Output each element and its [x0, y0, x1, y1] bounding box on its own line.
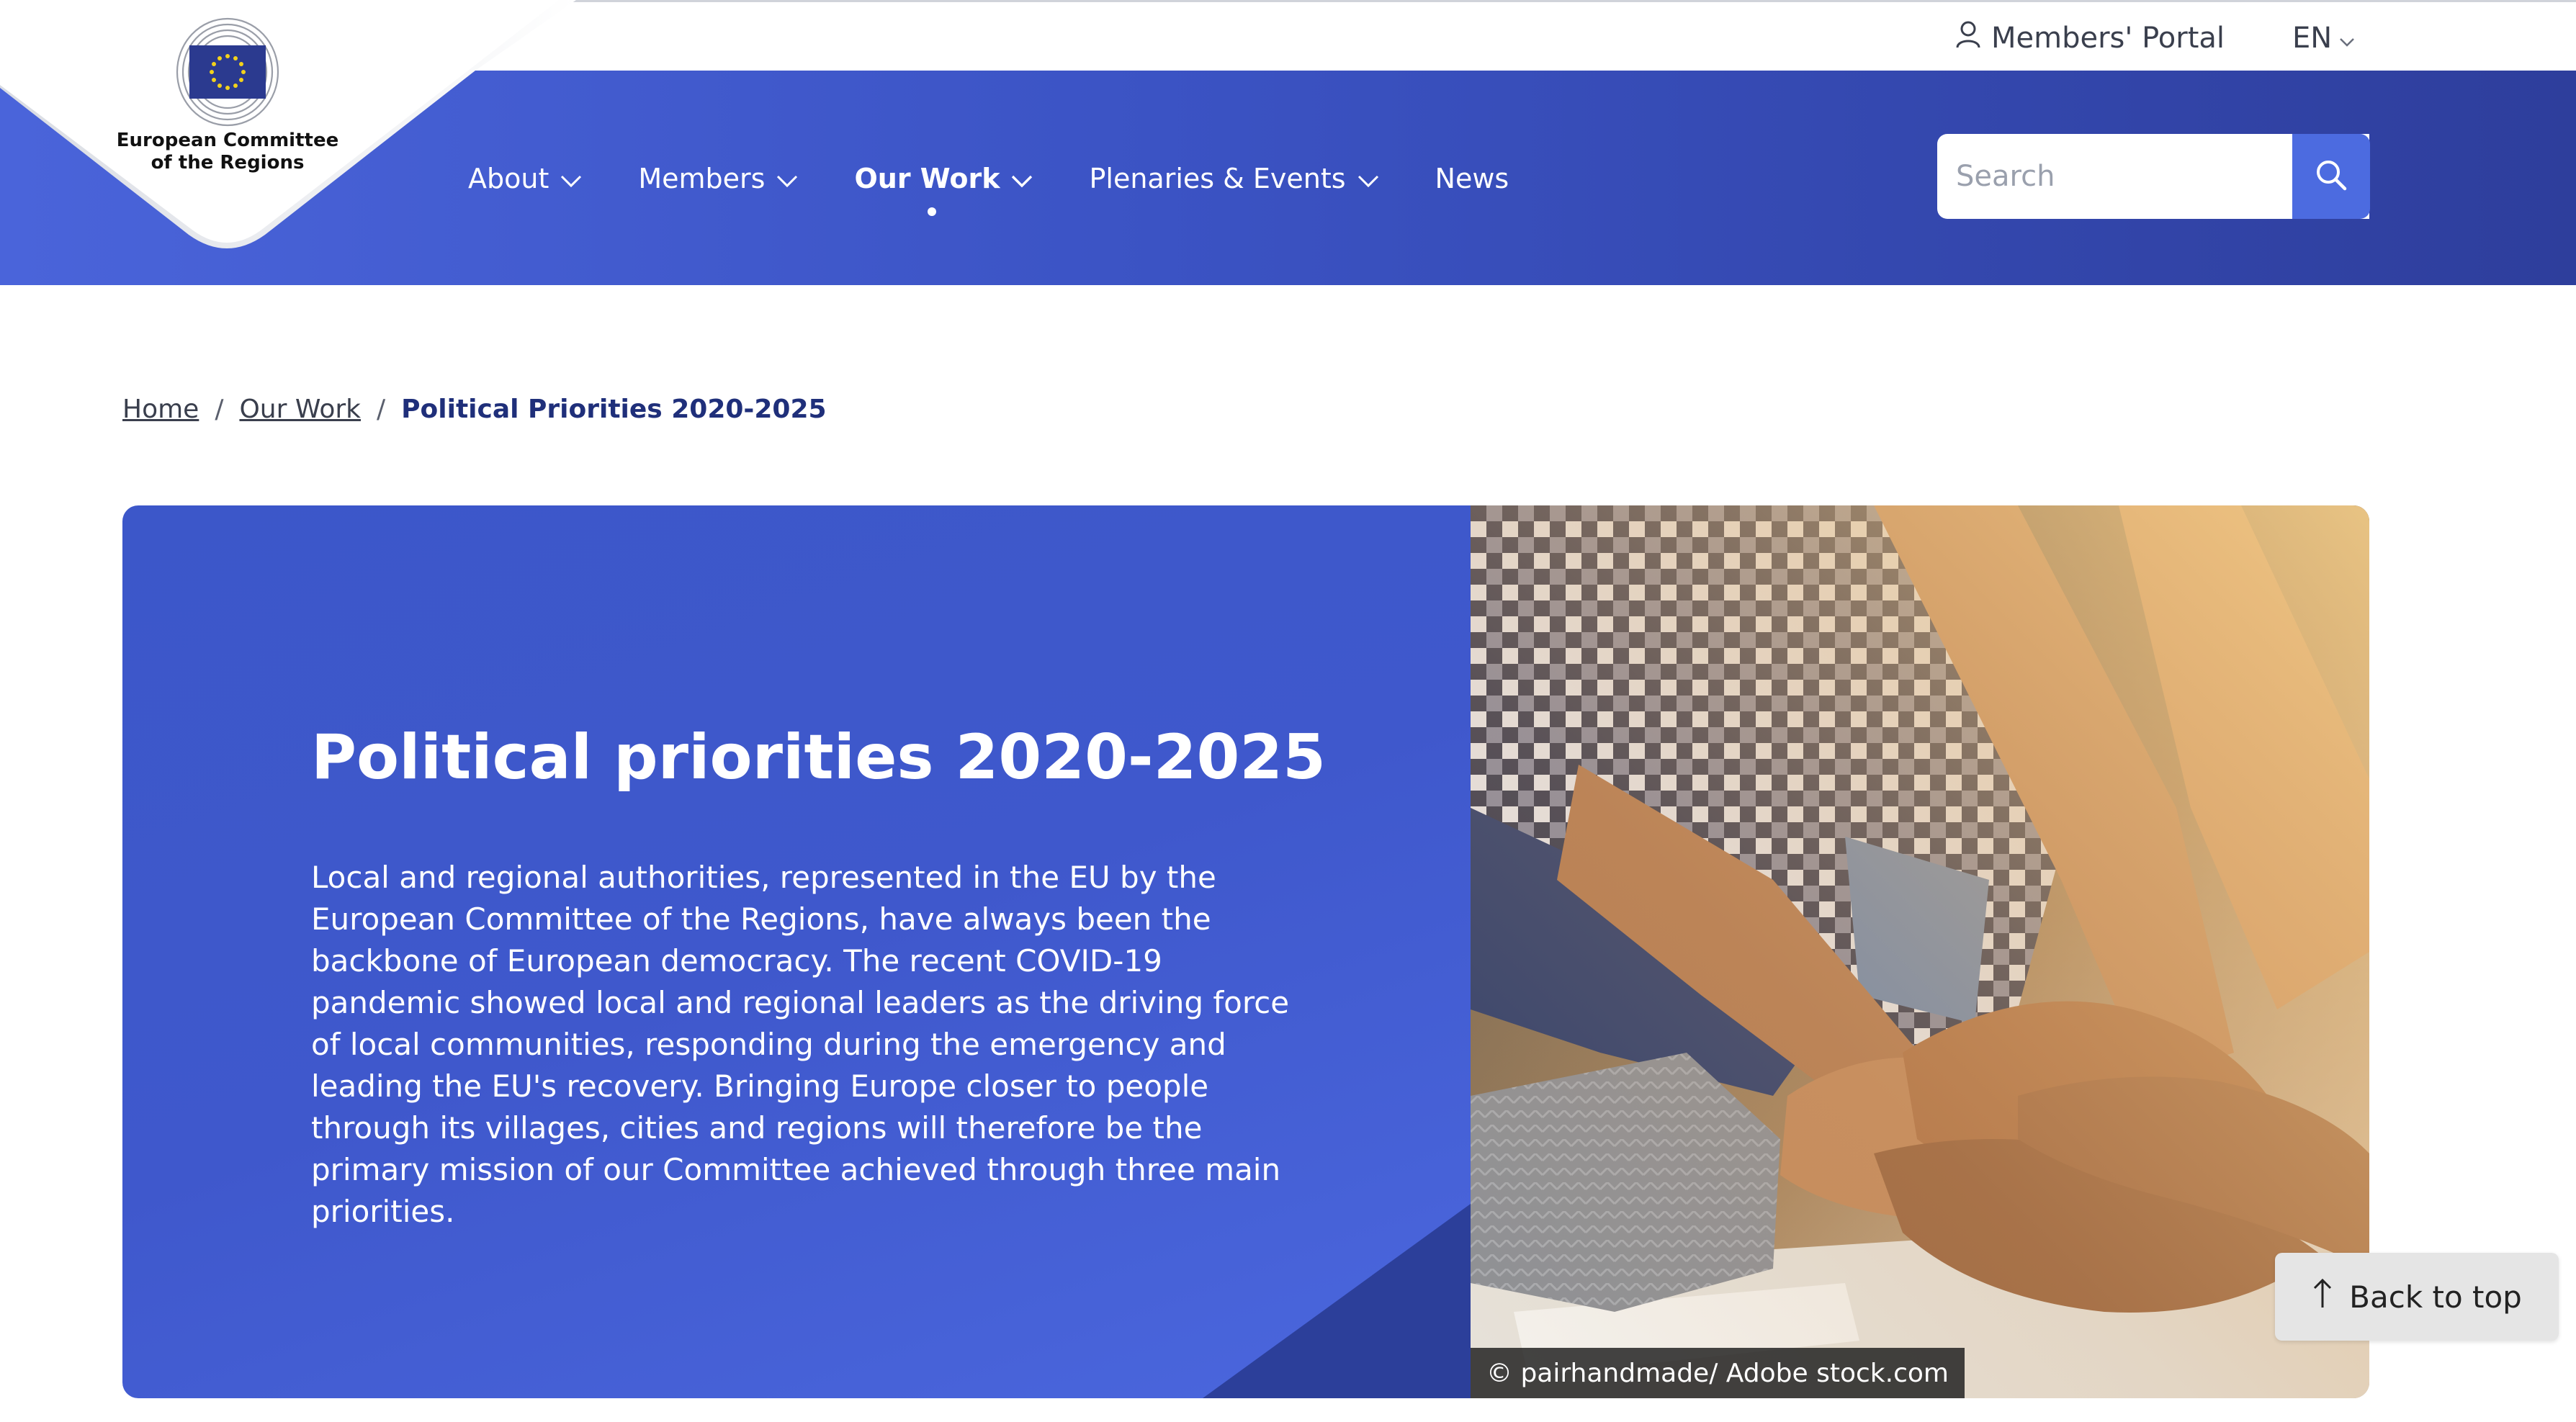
chevron-down-icon [560, 163, 582, 194]
language-selector[interactable]: EN [2292, 18, 2355, 58]
hero-image-hands [1471, 505, 2369, 1398]
breadcrumb-separator: / [377, 395, 386, 424]
nav-label-news: News [1435, 163, 1509, 194]
chevron-down-icon [1357, 163, 1379, 194]
nav-item-plenaries-events[interactable]: Plenaries & Events [1089, 151, 1378, 206]
breadcrumb-current: Political Priorities 2020-2025 [401, 395, 827, 424]
hero-text-panel: Political priorities 2020-2025 Local and… [122, 505, 1471, 1398]
arrow-up-icon [2312, 1277, 2333, 1316]
eu-flag-emblem-icon [176, 17, 279, 127]
nav-item-members[interactable]: Members [638, 151, 798, 206]
image-credit: © pairhandmade/ Adobe stock.com [1471, 1348, 1965, 1398]
nav-label-about: About [468, 163, 549, 194]
utility-bar: Members' Portal EN [0, 0, 2576, 71]
nav-item-news[interactable]: News [1435, 151, 1509, 206]
nav-item-our-work[interactable]: Our Work [854, 151, 1033, 216]
active-indicator-dot [928, 207, 937, 216]
logo[interactable]: European Committee of the Regions [107, 13, 349, 174]
chevron-down-icon [1011, 163, 1033, 194]
members-portal-link[interactable]: Members' Portal [1955, 18, 2225, 58]
chevron-down-icon [776, 163, 798, 194]
back-to-top-label: Back to top [2349, 1279, 2522, 1315]
nav-label-members: Members [638, 163, 766, 194]
back-to-top-button[interactable]: Back to top [2275, 1253, 2559, 1341]
breadcrumb-separator: / [215, 395, 224, 424]
breadcrumb: Home / Our Work / Political Priorities 2… [122, 395, 827, 424]
search-input[interactable] [1937, 134, 2247, 219]
logo-text-line-1: European Committee [116, 130, 339, 151]
hero-description: Local and regional authorities, represen… [311, 860, 1290, 1229]
chevron-down-icon [2339, 22, 2355, 55]
language-label: EN [2292, 22, 2333, 55]
logo-text-line-2: of the Regions [151, 152, 305, 174]
search-button[interactable] [2292, 134, 2370, 219]
nav-label-plenaries-events: Plenaries & Events [1089, 163, 1346, 194]
nav-label-our-work: Our Work [854, 163, 1000, 194]
main-nav: About Members Our Work Plenaries & Event… [468, 151, 1565, 216]
hero-section: Political priorities 2020-2025 Local and… [122, 505, 2369, 1398]
nav-item-about[interactable]: About [468, 151, 582, 206]
members-portal-label: Members' Portal [1991, 22, 2225, 55]
hero-title: Political priorities 2020-2025 [311, 721, 1326, 793]
breadcrumb-our-work[interactable]: Our Work [239, 395, 361, 424]
search-icon [2313, 157, 2349, 196]
user-icon [1955, 20, 1981, 56]
breadcrumb-home[interactable]: Home [122, 395, 199, 424]
